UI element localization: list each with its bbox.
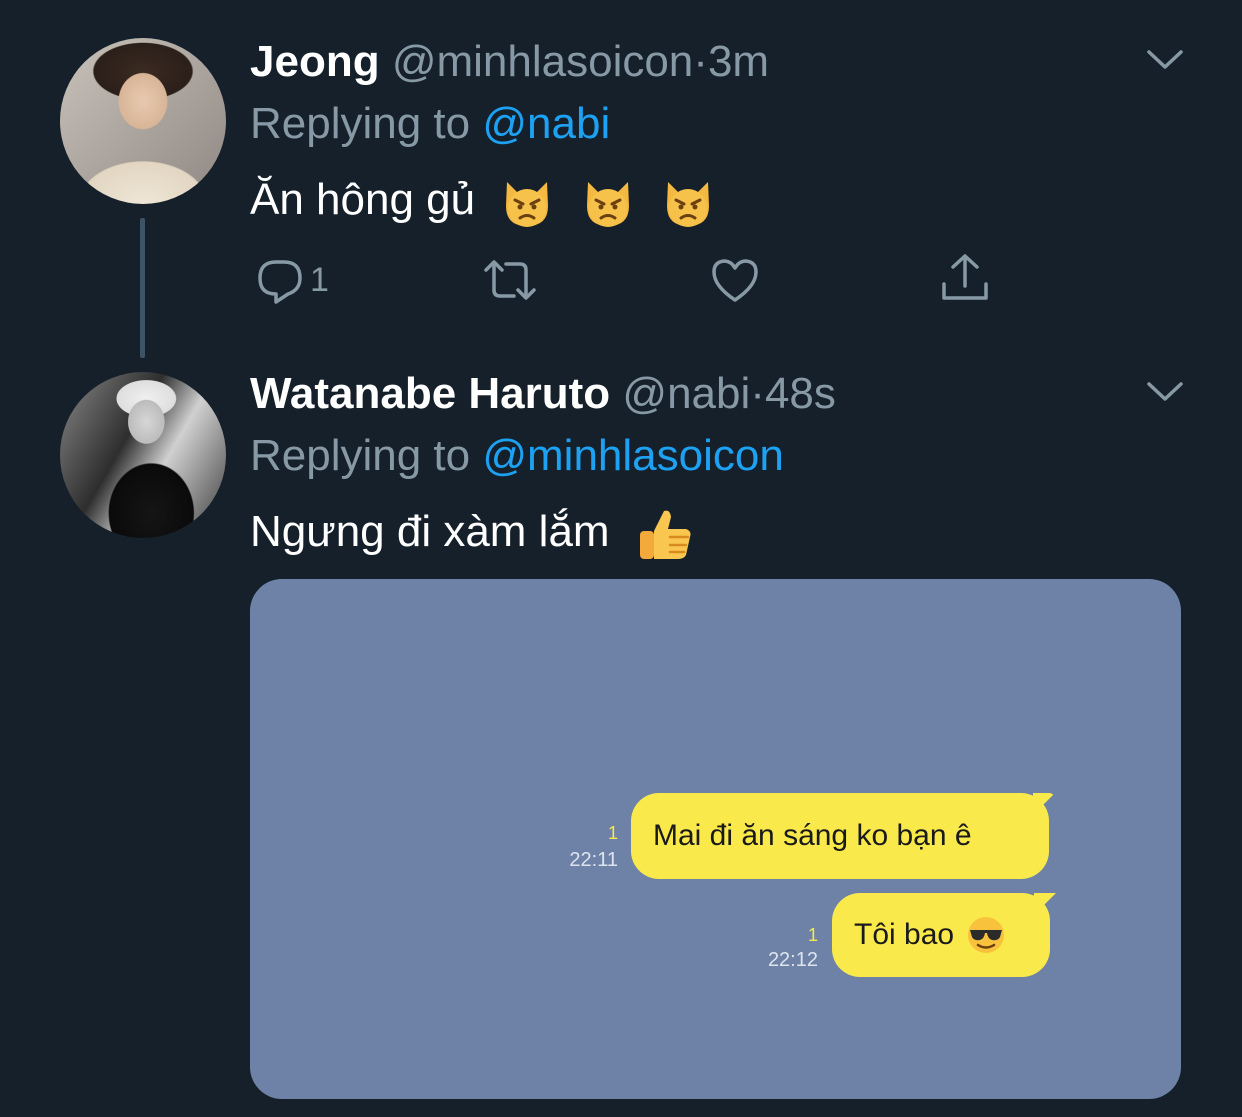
chat-message-bubble: Tôi bao <box>832 893 1050 977</box>
tweet-text: Ngưng đi xàm lắm <box>250 504 694 563</box>
tweet-header: Watanabe Haruto @nabi·48s <box>250 368 836 420</box>
tweet-jeong[interactable]: Jeong @minhlasoicon·3m Replying to @nabi… <box>0 0 1242 360</box>
message-time: 22:11 <box>569 849 618 871</box>
chevron-down-icon[interactable] <box>1146 380 1184 404</box>
mention-link[interactable]: @minhlasoicon <box>482 431 783 480</box>
message-text: Tôi bao <box>854 918 955 951</box>
share-icon <box>942 254 988 300</box>
display-name[interactable]: Watanabe Haruto <box>250 369 610 418</box>
message-time: 22:12 <box>767 949 818 971</box>
thumbs-up-icon <box>639 510 691 560</box>
replying-prefix: Replying to <box>250 99 483 148</box>
read-count: 1 <box>607 823 618 843</box>
user-handle[interactable]: @minhlasoicon <box>392 37 693 86</box>
display-name[interactable]: Jeong <box>250 37 380 86</box>
share-button[interactable] <box>940 252 990 304</box>
bubble-tail <box>1034 893 1056 915</box>
tweet-text-content: Ăn hông gủ <box>250 175 476 224</box>
replying-to: Replying to @minhlasoicon <box>250 430 784 482</box>
tweet-header: Jeong @minhlasoicon·3m <box>250 36 769 88</box>
attached-image-chat[interactable]: 1 22:11 Mai đi ăn sáng ko bạn ê 1 22:12 … <box>250 579 1181 1099</box>
chevron-down-icon[interactable] <box>1146 48 1184 72</box>
avatar[interactable] <box>60 38 226 204</box>
user-handle[interactable]: @nabi <box>622 369 750 418</box>
mention-link[interactable]: @nabi <box>482 99 610 148</box>
tweet-text: Ăn hông gủ <box>250 172 714 228</box>
chat-message-bubble: Mai đi ăn sáng ko bạn ê <box>631 793 1049 879</box>
replying-prefix: Replying to <box>250 431 483 480</box>
reply-button[interactable]: 1 <box>256 256 329 304</box>
tweet-text-content: Ngưng đi xàm lắm <box>250 507 610 556</box>
reply-icon <box>258 260 302 304</box>
separator-dot: · <box>693 37 708 86</box>
like-icon <box>712 259 758 302</box>
reply-count: 1 <box>310 260 329 299</box>
retweet-icon <box>484 260 536 300</box>
smiling-face-with-sunglasses-icon <box>968 917 1005 953</box>
separator-dot: · <box>750 369 765 418</box>
like-button[interactable] <box>710 256 760 304</box>
timestamp[interactable]: 3m <box>708 37 769 86</box>
pouting-cat-face-icon <box>666 182 709 228</box>
read-count: 1 <box>807 925 818 945</box>
bubble-tail <box>1033 793 1055 815</box>
replying-to: Replying to @nabi <box>250 98 610 150</box>
avatar[interactable] <box>60 372 226 538</box>
timestamp[interactable]: 48s <box>765 369 836 418</box>
pouting-cat-face-icon <box>506 182 549 228</box>
retweet-button[interactable] <box>482 256 538 304</box>
message-text: Mai đi ăn sáng ko bạn ê <box>653 819 972 852</box>
pouting-cat-face-icon <box>586 182 629 228</box>
